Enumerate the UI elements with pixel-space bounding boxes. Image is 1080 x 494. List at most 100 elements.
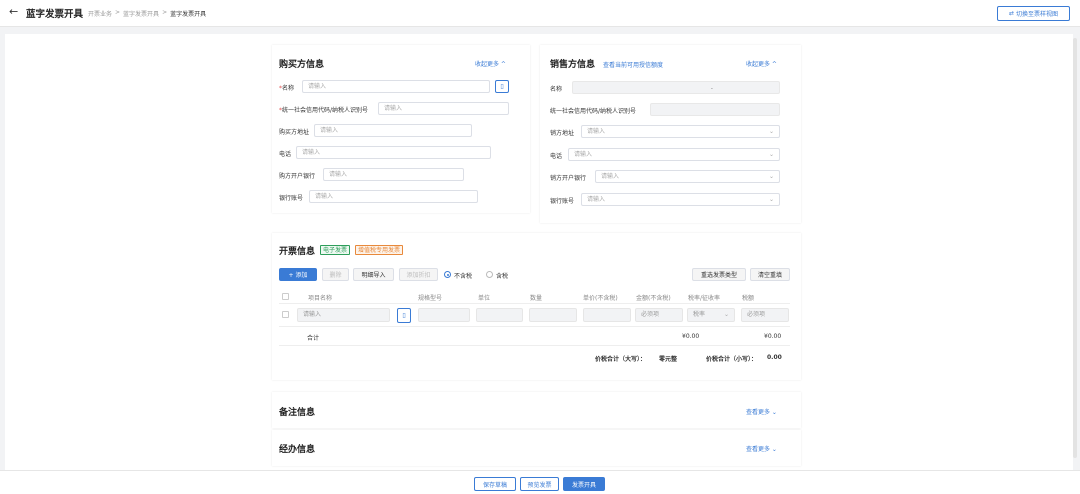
tax-inclusive-radio[interactable] — [486, 271, 493, 278]
buyer-taxid-label: *统一社会信用代码/纳税人识别号 — [279, 107, 369, 114]
total-lower-value: 0.00 — [767, 354, 782, 361]
col-amount: 金额(不含税) — [636, 295, 671, 302]
switch-icon: ⇄ — [1008, 10, 1014, 17]
unit-price-input[interactable] — [583, 308, 631, 322]
buyer-collapse-link[interactable]: 收起更多 ^ — [475, 59, 506, 68]
total-lower-label: 价税合计（小写）： — [706, 356, 758, 363]
seller-taxid-input — [650, 103, 780, 116]
buyer-title: 购买方信息 — [279, 60, 325, 70]
tax-exclusive-label: 不含税 — [454, 273, 473, 280]
row-checkbox[interactable] — [282, 311, 289, 318]
remarks-card: 备注信息 查看更多 ⌄ — [272, 392, 801, 428]
col-spec: 规格型号 — [418, 295, 443, 302]
preview-button[interactable]: 预览发票 — [520, 477, 559, 491]
switch-view-label: 切换至票样视图 — [1016, 11, 1059, 18]
seller-bank-select[interactable]: 请输入 ⌄ — [595, 170, 780, 183]
remarks-expand-link[interactable]: 查看更多 ⌄ — [746, 407, 777, 416]
seller-name-label: 名称 — [550, 86, 563, 93]
seller-phone-select[interactable]: 请输入 ⌄ — [568, 148, 780, 161]
chevron-down-icon: ⌄ — [723, 311, 729, 318]
tax-exclusive-radio[interactable] — [444, 271, 451, 278]
seller-address-label: 销方地址 — [550, 130, 575, 137]
chevron-down-icon: ⌄ — [768, 151, 774, 158]
import-button[interactable]: 明细导入 — [353, 268, 394, 281]
buyer-name-input[interactable]: 请输入 — [302, 80, 490, 93]
buyer-taxid-input[interactable]: 请输入 — [378, 102, 509, 115]
tax-rate-select[interactable]: 税率 ⌄ — [687, 308, 735, 322]
buyer-name-label: *名称 — [279, 85, 295, 92]
buyer-phone-label: 电话 — [279, 151, 292, 158]
page-title: 蓝字发票开具 — [26, 9, 84, 20]
seller-collapse-link[interactable]: 收起更多 ^ — [746, 59, 777, 68]
unit-input[interactable] — [476, 308, 523, 322]
quota-link[interactable]: 查看当前可用授信额度 — [603, 60, 663, 69]
breadcrumb: 开票业务 > 蓝字发票开具 > 蓝字发票开具 — [88, 9, 206, 18]
item-name-input[interactable]: 请输入 — [297, 308, 390, 322]
seller-phone-label: 电话 — [550, 153, 563, 160]
buyer-address-input[interactable]: 请输入 — [314, 124, 472, 137]
total-tax: ¥0.00 — [764, 333, 782, 340]
seller-account-select[interactable]: 请输入 ⌄ — [581, 193, 780, 206]
buyer-account-input[interactable]: 请输入 — [309, 190, 478, 203]
remarks-title: 备注信息 — [279, 408, 316, 418]
chevron-down-icon: ⌄ — [768, 196, 774, 203]
table-divider — [279, 303, 790, 304]
buyer-address-label: 购买方地址 — [279, 129, 310, 136]
total-upper-label: 价税合计（大写）： — [595, 356, 647, 363]
add-button[interactable]: + 添加 — [279, 268, 317, 281]
add-discount-button[interactable]: 添加折扣 — [399, 268, 438, 281]
invoice-kind-tag: 增值税专用发票 — [355, 245, 404, 255]
total-amount: ¥0.00 — [682, 333, 700, 340]
total-upper-value: 零元整 — [659, 356, 678, 363]
scrollbar[interactable] — [1073, 38, 1077, 458]
col-tax: 税额 — [742, 295, 755, 302]
invoice-title: 开票信息 — [279, 247, 316, 257]
buyer-account-label: 银行账号 — [279, 195, 304, 202]
breadcrumb-current: 蓝字发票开具 — [170, 11, 207, 18]
back-arrow-icon[interactable]: ← — [9, 5, 18, 18]
breadcrumb-separator: > — [115, 9, 121, 16]
top-bar: ← 蓝字发票开具 开票业务 > 蓝字发票开具 > 蓝字发票开具 ⇄ 切换至票样视… — [0, 0, 1080, 27]
col-item-name: 项目名称 — [308, 295, 333, 302]
seller-account-label: 银行账号 — [550, 198, 575, 205]
table-divider — [279, 345, 790, 346]
breadcrumb-item[interactable]: 蓝字发票开具 — [123, 9, 159, 18]
seller-title: 销售方信息 — [550, 60, 596, 70]
table-divider — [279, 326, 790, 327]
buyer-bank-input[interactable]: 请输入 — [323, 168, 464, 181]
spec-input[interactable] — [418, 308, 470, 322]
breadcrumb-item[interactable]: 开票业务 — [88, 9, 112, 18]
chevron-down-icon: ⌄ — [768, 173, 774, 180]
item-lookup-icon[interactable]: ▯ — [397, 308, 411, 323]
tax-inclusive-label: 含税 — [496, 273, 509, 280]
buyer-lookup-icon[interactable]: ▯ — [495, 80, 509, 93]
buyer-card: 购买方信息 收起更多 ^ *名称 请输入 ▯ *统一社会信用代码/纳税人识别号 … — [272, 45, 530, 213]
seller-name-input: . — [572, 81, 780, 94]
save-draft-button[interactable]: 保存草稿 — [474, 477, 516, 491]
handler-expand-link[interactable]: 查看更多 ⌄ — [746, 444, 777, 453]
issue-invoice-button[interactable]: 发票开具 — [563, 477, 605, 491]
seller-card: 销售方信息 查看当前可用授信额度 收起更多 ^ 名称 . 统一社会信用代码/纳税… — [540, 45, 801, 223]
select-all-checkbox[interactable] — [282, 293, 289, 300]
col-unit-price: 单价(不含税) — [583, 295, 618, 302]
amount-input[interactable]: 必须项 — [635, 308, 683, 322]
seller-address-select[interactable]: 请输入 ⌄ — [581, 125, 780, 138]
col-quantity: 数量 — [530, 295, 543, 302]
seller-bank-label: 销方开户银行 — [550, 175, 587, 182]
switch-view-button[interactable]: ⇄ 切换至票样视图 — [997, 6, 1070, 21]
footer-bar: 保存草稿 预览发票 发票开具 — [0, 470, 1080, 494]
buyer-bank-label: 购方开户银行 — [279, 173, 316, 180]
tax-input[interactable]: 必须项 — [741, 308, 789, 322]
reselect-type-button[interactable]: 重选发票类型 — [692, 268, 746, 281]
total-label: 合计 — [307, 335, 320, 342]
breadcrumb-separator: > — [162, 9, 168, 16]
col-unit: 单位 — [478, 295, 491, 302]
handler-title: 经办信息 — [279, 445, 316, 455]
seller-taxid-label: 统一社会信用代码/纳税人识别号 — [550, 108, 637, 115]
quantity-input[interactable] — [529, 308, 577, 322]
delete-button[interactable]: 删除 — [322, 268, 349, 281]
buyer-phone-input[interactable]: 请输入 — [296, 146, 491, 159]
invoice-card: 开票信息 电子发票 增值税专用发票 + 添加 删除 明细导入 添加折扣 不含税 … — [272, 233, 801, 380]
clear-button[interactable]: 清空重填 — [750, 268, 790, 281]
col-tax-rate: 税率/征收率 — [688, 295, 721, 302]
